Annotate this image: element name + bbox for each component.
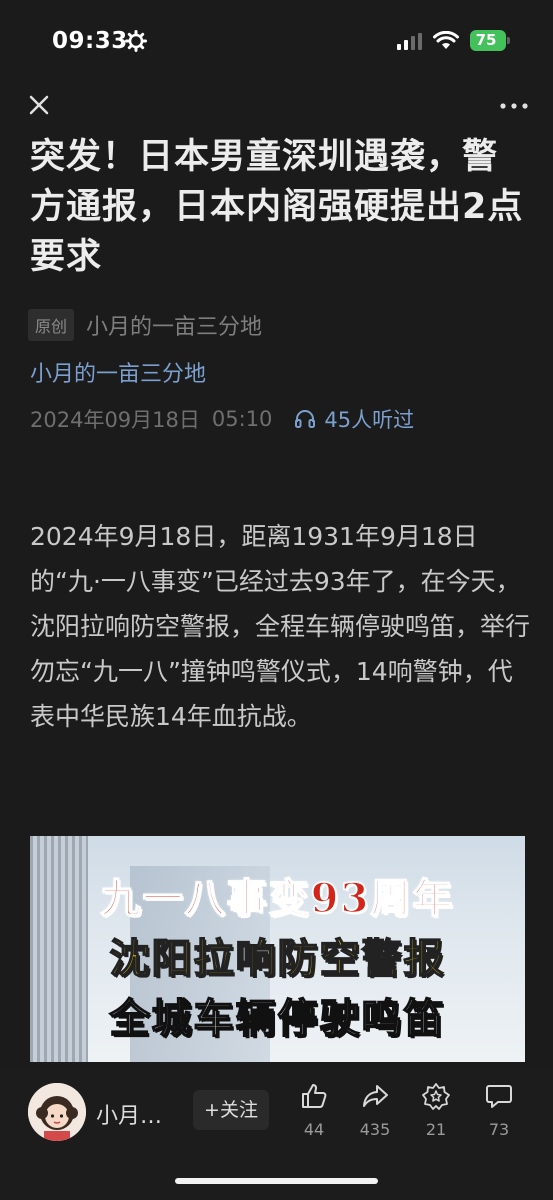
close-icon[interactable]	[22, 88, 56, 122]
publish-time: 05:10	[211, 407, 273, 431]
listen-count: 45人听过	[324, 408, 415, 432]
star-badge-icon	[422, 1083, 450, 1110]
like-count: 44	[303, 1120, 325, 1139]
comment-icon	[486, 1085, 512, 1108]
article-title: 突发！日本男童深圳遇袭，警方通报，日本内阁强硬提出2点要求	[30, 137, 524, 277]
share-count: 435	[359, 1120, 391, 1139]
comment-count: 73	[488, 1120, 510, 1139]
battery-icon: 75	[470, 30, 510, 51]
image-caption-line: 九一八事变93周年	[100, 874, 455, 923]
bottom-action-bar: 小月… +关注 44 435 21 73	[0, 1068, 553, 1200]
like-button[interactable]: 44	[289, 1082, 339, 1139]
wifi-icon	[433, 31, 459, 49]
share-button[interactable]: 435	[350, 1082, 400, 1139]
favorite-button[interactable]: 21	[411, 1082, 461, 1139]
comment-button[interactable]: 73	[474, 1082, 524, 1139]
listen-button[interactable]: 45人听过	[294, 404, 414, 434]
share-icon	[363, 1085, 388, 1107]
battery-level: 75	[475, 31, 497, 49]
home-indicator[interactable]	[175, 1178, 378, 1184]
meta-row: 2024年09月18日 05:10 45人听过	[30, 404, 414, 434]
headphones-icon	[295, 410, 316, 428]
author-link[interactable]: 小月的一亩三分地	[30, 356, 206, 388]
publish-date: 2024年09月18日	[30, 408, 200, 432]
original-badge: 原创	[28, 309, 75, 341]
author-name[interactable]: 小月…	[96, 1098, 162, 1130]
more-icon[interactable]	[496, 92, 532, 120]
source-name: 小月的一亩三分地	[86, 315, 263, 340]
article-body: 2024年9月18日，距离1931年9月18日的“九·一八事变”已经过去93年了…	[30, 522, 531, 731]
image-caption-line: 沈阳拉响防空警报	[109, 934, 446, 983]
news-image[interactable]: 九一八事变93周年 沈阳拉响防空警报 全城车辆停驶鸣笛	[30, 836, 525, 1062]
avatar-illustration	[28, 1083, 86, 1141]
status-bar: 09:33 75	[0, 0, 553, 84]
signal-icon	[397, 33, 422, 50]
source-row: 原创 小月的一亩三分地	[28, 308, 262, 342]
status-time: 09:33	[52, 28, 128, 54]
image-caption-line: 全城车辆停驶鸣笛	[109, 994, 446, 1043]
thumbs-up-icon	[302, 1084, 327, 1108]
avatar[interactable]	[28, 1083, 86, 1141]
follow-button[interactable]: +关注	[193, 1090, 269, 1130]
favorite-count: 21	[425, 1120, 447, 1139]
gear-icon	[125, 30, 147, 52]
